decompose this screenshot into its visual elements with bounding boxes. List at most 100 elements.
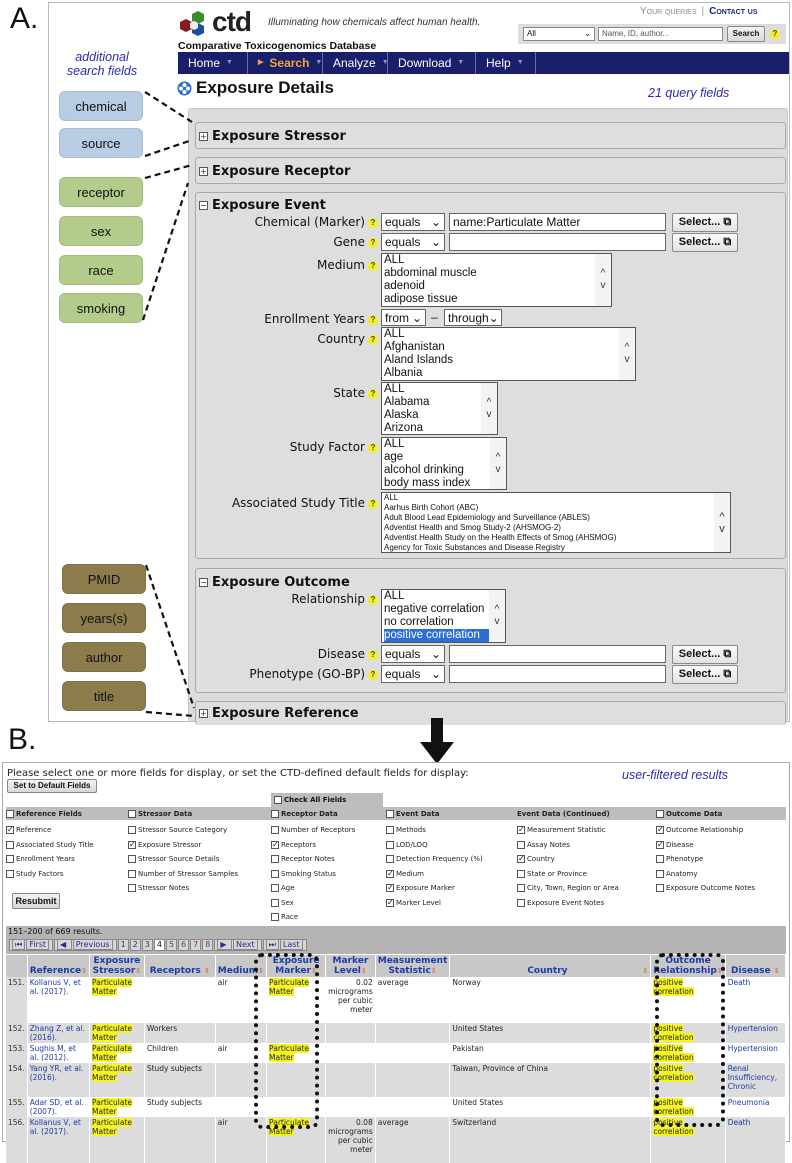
checkbox[interactable] (271, 913, 279, 922)
section-header-outcome[interactable]: − Exposure Outcome (199, 575, 350, 590)
scroll-up-icon[interactable]: ^ (601, 268, 606, 280)
cell-reference[interactable]: Sughis M, et al. (2012). (27, 1043, 91, 1063)
scroll-up-icon[interactable]: ^ (496, 452, 501, 464)
resubmit-button[interactable]: Resubmit (12, 893, 60, 909)
list-option[interactable]: ALL (384, 254, 611, 267)
field-checkbox-item[interactable]: ✓ Measurement Statistic (517, 823, 619, 838)
pager-page-1[interactable]: 1 (117, 939, 129, 951)
checkbox[interactable] (128, 826, 136, 835)
checkbox-checked[interactable]: ✓ (386, 884, 394, 893)
pager-page-6[interactable]: 6 (178, 939, 190, 951)
pager-first[interactable]: ⏮ First (9, 939, 54, 951)
checkbox[interactable] (128, 869, 136, 878)
help-icon[interactable]: ? (368, 218, 378, 228)
pager-page-3[interactable]: 3 (141, 939, 153, 951)
col-header-country[interactable]: Country ⇕ (449, 955, 652, 977)
checkbox[interactable] (128, 855, 136, 864)
pager-last[interactable]: ⏭ Last (262, 939, 307, 951)
cell-disease-text[interactable]: Hypertension (728, 1024, 778, 1033)
scrollbar[interactable]: ^ v (481, 383, 497, 434)
field-checkbox-item[interactable]: Methods (386, 823, 483, 838)
field-checkbox-item[interactable]: Associated Study Title (6, 838, 94, 853)
nav-home[interactable]: Home ▼ (178, 52, 248, 74)
checkbox-checked[interactable]: ✓ (6, 826, 14, 835)
cell-reference-text[interactable]: Kollanus V, et al. (2017). (30, 1118, 81, 1136)
field-group-header[interactable]: Outcome Data (656, 807, 755, 820)
scrollbar[interactable]: ^ v (489, 590, 505, 642)
your-queries-link[interactable]: Your queries (640, 6, 697, 17)
scroll-up-icon[interactable]: ^ (719, 511, 724, 523)
disease-input[interactable] (449, 645, 666, 663)
list-option[interactable]: Aland Islands (384, 354, 635, 367)
cell-disease-text[interactable]: Death (728, 978, 751, 987)
field-checkbox-item[interactable]: ✓ Marker Level (386, 896, 483, 911)
field-checkbox-item[interactable]: Exposure Outcome Notes (656, 881, 755, 896)
list-option[interactable]: abdominal muscle (384, 267, 611, 280)
field-group-header[interactable]: Reference Fields (6, 807, 94, 820)
checkbox[interactable] (517, 898, 525, 907)
list-option[interactable]: ALL (384, 493, 730, 503)
checkbox[interactable] (6, 855, 14, 864)
pager-previous[interactable]: ◀ Previous (54, 939, 117, 951)
sort-icon[interactable]: ⇕ (81, 967, 87, 975)
scroll-down-icon[interactable]: v (625, 354, 630, 366)
field-checkbox-item[interactable]: Stressor Source Details (128, 852, 238, 867)
col-header-receptors[interactable]: Receptors ⇕ (144, 955, 216, 977)
checkbox[interactable] (656, 869, 664, 878)
help-icon[interactable]: ? (368, 315, 378, 325)
list-option[interactable]: Albania (384, 367, 635, 380)
cell-disease-text[interactable]: Pneumonia (728, 1098, 770, 1107)
cell-disease-text[interactable]: Renal Insufficiency, Chronic (728, 1064, 777, 1091)
cell-reference-text[interactable]: Yang YR, et al. (2016). (30, 1064, 84, 1082)
chemical-input[interactable]: name:Particulate Matter (449, 213, 666, 231)
help-icon[interactable]: ? (368, 670, 378, 680)
checkbox-checked[interactable]: ✓ (656, 840, 664, 849)
checkbox[interactable] (386, 855, 394, 864)
sort-icon[interactable]: ⇕ (774, 967, 780, 975)
cell-reference[interactable]: Yang YR, et al. (2016). (27, 1063, 91, 1097)
col-header-reference[interactable]: Reference⇕ (27, 955, 91, 977)
checkbox[interactable] (517, 869, 525, 878)
col-header-marker-level[interactable]: Marker Level⇕ (325, 955, 376, 977)
checkbox[interactable] (6, 840, 14, 849)
scrollbar[interactable]: ^ v (714, 493, 730, 552)
scrollbar[interactable]: ^ v (619, 328, 635, 380)
disease-operator-select[interactable]: equals ⌄ (381, 645, 445, 663)
field-checkbox-item[interactable]: ✓ Outcome Relationship (656, 823, 755, 838)
list-option[interactable]: Adult Blood Lead Epidemiology and Survei… (384, 513, 730, 523)
checkbox[interactable] (517, 884, 525, 893)
scroll-down-icon[interactable]: v (495, 616, 500, 628)
scroll-down-icon[interactable]: v (487, 409, 492, 421)
field-group-header[interactable]: Event Data (386, 807, 483, 820)
section-header-event[interactable]: − Exposure Event (199, 198, 326, 213)
set-default-fields-button[interactable]: Set to Default Fields (7, 779, 97, 793)
list-option[interactable]: Aarhus Birth Cohort (ABC) (384, 503, 730, 513)
nav-download[interactable]: Download ▼ (388, 52, 476, 74)
state-listbox[interactable]: ALL Alabama Alaska Arizona ^ v (381, 382, 498, 435)
help-icon[interactable]: ? (770, 29, 780, 39)
help-icon[interactable]: ? (368, 261, 378, 271)
contact-us-link[interactable]: Contact us (709, 6, 757, 17)
scroll-up-icon[interactable]: ^ (495, 604, 500, 616)
checkbox[interactable] (386, 840, 394, 849)
field-checkbox-item[interactable]: ✓ Exposure Stressor (128, 838, 238, 853)
check-all-fields[interactable]: Check All Fields (271, 793, 383, 807)
list-option[interactable]: Afghanistan (384, 341, 635, 354)
country-listbox[interactable]: ALL Afghanistan Aland Islands Albania ^ v (381, 327, 636, 381)
section-header-stressor[interactable]: + Exposure Stressor (199, 129, 346, 144)
field-checkbox-item[interactable]: Detection Frequency (%) (386, 852, 483, 867)
section-header-reference[interactable]: + Exposure Reference (199, 706, 359, 721)
checkbox-checked[interactable]: ✓ (517, 855, 525, 864)
checkbox[interactable] (271, 809, 279, 818)
phenotype-select-button[interactable]: Select... ⧉ (672, 665, 738, 684)
phenotype-operator-select[interactable]: equals ⌄ (381, 665, 445, 683)
field-checkbox-item[interactable]: Number of Receptors (271, 823, 355, 838)
cell-disease-text[interactable]: Hypertension (728, 1044, 778, 1053)
checkbox[interactable] (517, 840, 525, 849)
checkbox[interactable] (271, 826, 279, 835)
field-checkbox-item[interactable]: Enrollment Years (6, 852, 94, 867)
field-checkbox-item[interactable]: City, Town, Region or Area (517, 881, 619, 896)
scrollbar[interactable]: ^ v (490, 438, 506, 489)
cell-reference-text[interactable]: Adar SD, et al. (2007). (30, 1098, 84, 1116)
list-option[interactable]: body mass index (384, 477, 506, 489)
